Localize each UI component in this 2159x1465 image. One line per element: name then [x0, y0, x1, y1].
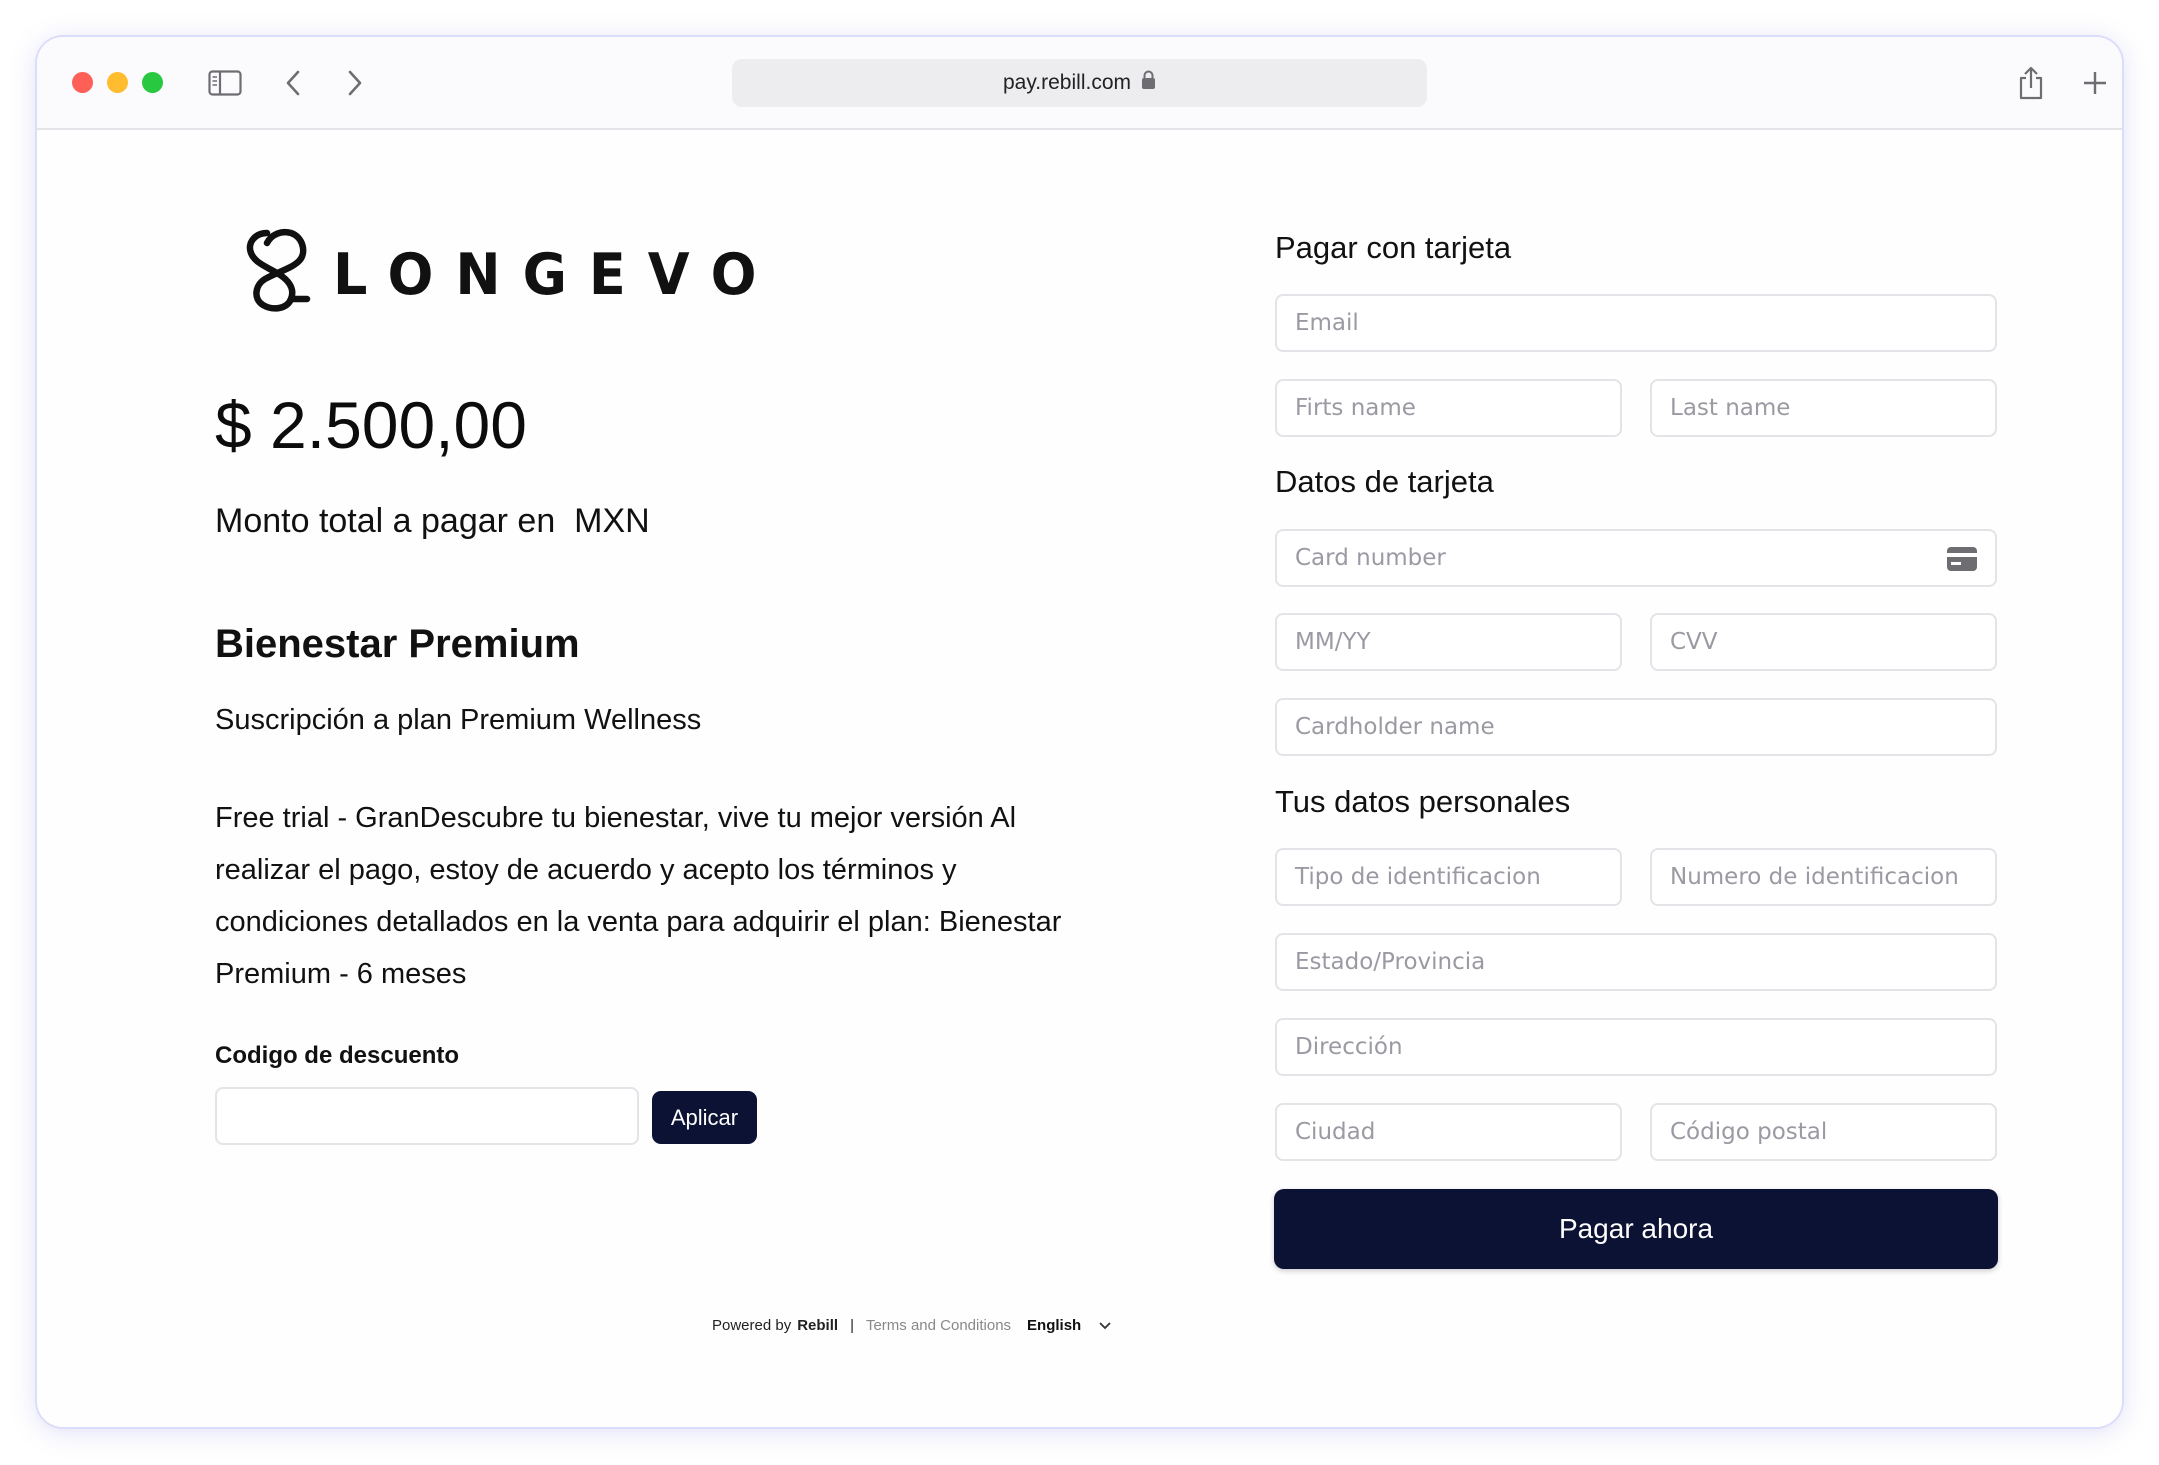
url-text: pay.rebill.com [1003, 71, 1131, 94]
provider-name: Rebill [797, 1317, 839, 1334]
browser-window: pay.rebill.com LONGEVO $ 2.500,00 Monto … [37, 37, 2122, 1427]
lock-icon [1141, 70, 1156, 96]
plan-description: Free trial - GranDescubre tu bienestar, … [215, 802, 1062, 990]
plan-subtitle: Suscripción a plan Premium Wellness [215, 704, 702, 736]
discount-code-input[interactable] [215, 1087, 639, 1145]
pay-with-card-title: Pagar con tarjeta [1275, 230, 1512, 265]
address-field[interactable]: Dirección [1275, 1018, 1997, 1076]
credit-card-icon [1947, 547, 1977, 577]
email-field[interactable]: Email [1275, 294, 1997, 352]
checkout-page: LONGEVO $ 2.500,00 Monto total a pagar e… [37, 132, 2122, 1427]
terms-link[interactable]: Terms and Conditions [866, 1317, 1011, 1334]
browser-toolbar: pay.rebill.com [37, 37, 2122, 130]
state-field[interactable]: Estado/Provincia [1275, 933, 1997, 991]
zoom-window-button[interactable] [142, 72, 163, 93]
address-bar[interactable]: pay.rebill.com [732, 59, 1427, 107]
back-icon[interactable] [275, 65, 311, 101]
card-number-field[interactable]: Card number [1275, 529, 1997, 587]
new-tab-icon[interactable] [2077, 65, 2113, 101]
cvv-field[interactable]: CVV [1650, 613, 1997, 671]
plan-title: Bienestar Premium [215, 622, 580, 666]
sidebar-toggle-icon[interactable] [207, 65, 243, 101]
brand-name: LONGEVO [333, 241, 779, 308]
cardholder-name-field[interactable]: Cardholder name [1275, 698, 1997, 756]
city-field[interactable]: Ciudad [1275, 1103, 1622, 1161]
id-number-field[interactable]: Numero de identificacion [1650, 848, 1997, 906]
first-name-field[interactable]: Firts name [1275, 379, 1622, 437]
close-window-button[interactable] [72, 72, 93, 93]
total-amount-label: Monto total a pagar en MXN [215, 502, 650, 540]
expiry-field[interactable]: MM/YY [1275, 613, 1622, 671]
longevo-logo-icon [237, 227, 319, 322]
minimize-window-button[interactable] [107, 72, 128, 93]
share-icon[interactable] [2013, 65, 2049, 101]
postal-code-field[interactable]: Código postal [1650, 1103, 1997, 1161]
discount-code-label: Codigo de descuento [215, 1042, 460, 1069]
footer-separator: | [850, 1317, 854, 1334]
total-amount: $ 2.500,00 [215, 388, 527, 462]
personal-data-title: Tus datos personales [1275, 784, 1571, 819]
language-selector[interactable]: English [1027, 1317, 1081, 1334]
card-data-title: Datos de tarjeta [1275, 464, 1494, 499]
pay-now-button[interactable]: Pagar ahora [1274, 1189, 1998, 1269]
page-footer: Powered by Rebill | Terms and Conditions… [712, 1317, 1111, 1334]
last-name-field[interactable]: Last name [1650, 379, 1997, 437]
forward-icon[interactable] [337, 65, 373, 101]
brand-logo: LONGEVO [237, 227, 779, 322]
chevron-down-icon[interactable] [1099, 1317, 1111, 1334]
apply-discount-button[interactable]: Aplicar [652, 1091, 757, 1144]
id-type-field[interactable]: Tipo de identificacion [1275, 848, 1622, 906]
card-number-placeholder: Card number [1295, 545, 1446, 571]
powered-by-label: Powered by [712, 1317, 792, 1334]
